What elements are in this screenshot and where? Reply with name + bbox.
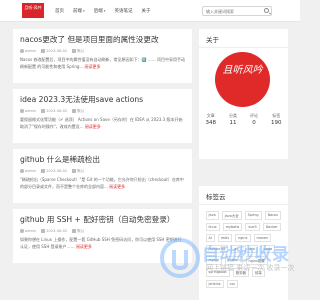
post-date: 2023-06-02 (46, 109, 68, 113)
post-author[interactable]: admin (25, 169, 36, 173)
post-title[interactable]: nacos更改了 但是项目里面的属性没更改 (20, 35, 185, 45)
post-title[interactable]: idea 2023.3无法使用save actions (20, 95, 185, 105)
clock-icon (41, 169, 45, 173)
about-logo: 且听风吟 (215, 52, 270, 107)
nav-item-label: 前端 (73, 9, 82, 14)
site-logo[interactable]: 且听·风吟 (22, 3, 44, 18)
nav-item-home[interactable]: 首页 (55, 8, 64, 14)
post-excerpt-text: "稀疏检出（Sparse Checkout）"是 Git 的一个功能，它允许你只… (20, 177, 184, 189)
post-category[interactable]: 默认 (77, 169, 84, 174)
folder-icon (72, 49, 76, 53)
clock-icon (41, 49, 45, 53)
stat-label: 评论 (250, 113, 258, 118)
chevron-down-icon: ▾ (83, 9, 85, 13)
tag-item[interactable]: jenkins (205, 279, 224, 288)
post-category[interactable]: 默认 (77, 49, 84, 54)
nav-item-english-notes[interactable]: 英语笔记 (115, 8, 133, 14)
read-more-link[interactable]: 阅读更多 (85, 124, 101, 129)
post-card: github 什么是稀疏检出 admin 2023-06-02 默认 "稀疏检出… (13, 149, 192, 203)
nav-item-label: 关于 (141, 9, 151, 14)
post-excerpt: "稀疏检出（Sparse Checkout）"是 Git 的一个功能，它允许你只… (20, 177, 185, 190)
folder-icon (72, 169, 76, 173)
post-category[interactable]: 默认 (77, 109, 84, 114)
user-icon (20, 49, 24, 53)
post-excerpt-text: 要保留格式化等功能（✔ 选项） Actions on Save（另存时）在 ID… (20, 117, 183, 129)
folder-icon (72, 109, 76, 113)
post-card: nacos更改了 但是项目里面的属性没更改 admin 2023-06-02 默… (13, 29, 192, 83)
watermark-subtitle: 网上链接 来访一次 收录一次 (206, 264, 295, 272)
post-date: 2023-06-02 (46, 169, 68, 173)
folder-icon (72, 229, 76, 233)
main-nav: 首页 前端 ▾ 后端 ▾ 英语笔记 关于 (55, 0, 160, 22)
stat-value: 348 (205, 120, 217, 126)
stat-label: 文章 (206, 113, 215, 118)
user-icon (20, 109, 24, 113)
read-more-link[interactable]: 阅读更多 (109, 184, 125, 189)
stat-value: 0 (252, 120, 256, 126)
watermark: 自动秒收录 网上链接 来访一次 收录一次 (160, 236, 298, 280)
stat-value: 11 (229, 120, 237, 126)
clock-icon (41, 229, 45, 233)
post-excerpt: 要保留格式化等功能（✔ 选项） Actions on Save（另存时）在 ID… (20, 117, 185, 130)
post-card: idea 2023.3无法使用save actions admin 2023-0… (13, 89, 192, 143)
user-icon (20, 229, 24, 233)
post-author[interactable]: admin (25, 229, 36, 233)
tag-item[interactable]: Java (205, 210, 219, 220)
clock-icon (41, 109, 45, 113)
watermark-logo-icon (160, 238, 200, 278)
nav-item-about[interactable]: 关于 (142, 8, 151, 14)
nav-item-label: 首页 (55, 9, 64, 14)
stat-label: 分类 (229, 113, 237, 118)
post-meta: admin 2023-06-02 默认 (20, 228, 185, 234)
stat-articles: 文章 348 (206, 113, 217, 126)
post-list: nacos更改了 但是项目里面的属性没更改 admin 2023-06-02 默… (13, 29, 192, 269)
about-title: 关于 (199, 29, 288, 48)
nav-item-label: 后端 (93, 9, 103, 14)
user-icon (20, 169, 24, 173)
stat-comments: 评论 0 (250, 113, 258, 126)
post-date: 2023-06-02 (46, 229, 68, 233)
tag-item[interactable]: Docker (262, 222, 281, 231)
chevron-down-icon: ▾ (103, 9, 106, 13)
tag-item[interactable]: vue3 (245, 222, 260, 231)
tag-item[interactable]: Java大全 (221, 210, 242, 220)
post-meta: admin 2023-06-02 默认 (20, 108, 185, 114)
stat-categories: 分类 11 (229, 113, 237, 126)
post-category[interactable]: 默认 (77, 229, 84, 234)
read-more-link[interactable]: 阅读更多 (76, 244, 92, 249)
about-widget: 关于 且听风吟 文章 348 分类 11 评论 0 标签 190 (199, 29, 288, 159)
post-meta: admin 2023-06-02 默认 (20, 48, 185, 54)
post-title[interactable]: github 什么是稀疏检出 (20, 155, 185, 165)
post-title[interactable]: github 用 SSH + 配好密钥（自动免密登录） (20, 215, 185, 225)
post-excerpt-text: 如果你想在 Linux 上操作，配置一套 GitHub SSH 免密码访问，你可… (20, 237, 182, 249)
tag-item[interactable]: Spring (244, 210, 262, 220)
search-icon[interactable] (264, 8, 269, 13)
read-more-link[interactable]: 阅读更多 (85, 64, 101, 69)
tag-item[interactable]: Nacos (264, 210, 281, 220)
nav-item-label: 英语笔记 (114, 9, 133, 14)
post-excerpt: Nacos 修改配置后，项目中的属性值没有自动刷新，常见原因如下：1️⃣ …… … (20, 57, 185, 70)
post-date: 2023-06-02 (46, 49, 68, 53)
post-author[interactable]: admin (25, 49, 36, 53)
tag-item[interactable]: css (226, 279, 238, 288)
post-excerpt-text: Nacos 修改配置后，项目中的属性值没有自动刷新，常见原因如下：1️⃣ …… … (20, 57, 185, 69)
watermark-title: 自动秒收录 (202, 245, 290, 265)
top-navbar: 且听·风吟 首页 前端 ▾ 后端 ▾ 英语笔记 关于 (0, 0, 300, 22)
stat-tags: 标签 190 (271, 113, 282, 126)
nav-item-backend[interactable]: 后端 ▾ (94, 8, 106, 14)
tag-item[interactable]: linux (205, 222, 220, 231)
nav-item-frontend[interactable]: 前端 ▾ (73, 8, 85, 14)
stat-label: 标签 (272, 113, 281, 118)
post-author[interactable]: admin (25, 109, 36, 113)
search-input[interactable] (202, 6, 272, 16)
stat-value: 190 (271, 120, 282, 126)
post-meta: admin 2023-06-02 默认 (20, 168, 185, 174)
tag-cloud-title: 标签云 (199, 186, 288, 205)
site-stats: 文章 348 分类 11 评论 0 标签 190 (199, 113, 288, 126)
tag-item[interactable]: mybatis (222, 222, 243, 231)
